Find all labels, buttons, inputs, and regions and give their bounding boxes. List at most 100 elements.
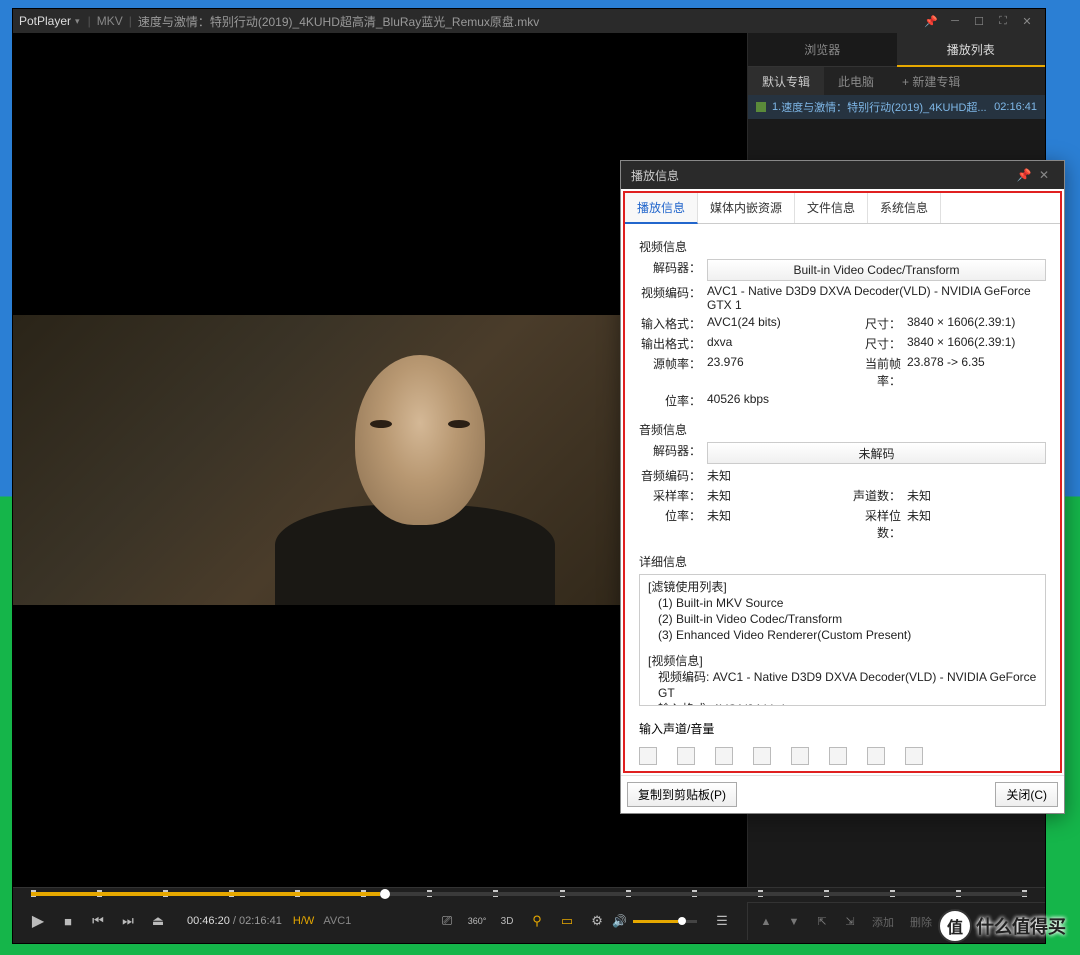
titlebar: PotPlayer ▾ | MKV | 速度与激情：特别行动(2019)_4KU… [13, 9, 1045, 33]
next-button[interactable]: ⏭ [113, 907, 143, 935]
codec-indicator: AVC1 [323, 915, 351, 927]
detail-filter-1: (1) Built-in MKV Source [648, 595, 1037, 611]
detail-filter-3: (3) Enhanced Video Renderer(Custom Prese… [648, 627, 1037, 643]
playing-icon [756, 102, 766, 112]
tab-system-info[interactable]: 系统信息 [868, 193, 941, 223]
eject-button[interactable]: ⏏ [143, 907, 173, 935]
3d-icon[interactable]: 3D [492, 907, 522, 935]
fullscreen-icon[interactable]: ⛶ [991, 15, 1015, 28]
subtab-default-album[interactable]: 默认专辑 [748, 67, 824, 95]
tab-playback-info[interactable]: 播放信息 [625, 193, 698, 224]
detail-filter-2: (2) Built-in Video Codec/Transform [648, 611, 1037, 627]
audio-bitrate-label: 位率： [639, 507, 701, 541]
tab-embedded-media[interactable]: 媒体内嵌资源 [698, 193, 795, 223]
tab-file-info[interactable]: 文件信息 [795, 193, 868, 223]
src-fps-label: 源帧率： [639, 355, 701, 389]
playlist-item[interactable]: 1. 速度与激情：特别行动(2019)_4KUHD超... 02:16:41 [748, 95, 1045, 119]
menu-icon[interactable]: ☰ [707, 907, 737, 935]
stop-button[interactable]: ■ [53, 907, 83, 935]
controls: ▶ ■ ⏮ ⏭ ⏏ 00:46:20 / 02:16:41 H/W AVC1 ⎚… [13, 887, 1045, 943]
sample-bits-label: 采样位数： [847, 507, 901, 541]
expand-icon[interactable]: ⇱ [810, 911, 834, 933]
dialog-pin-icon[interactable]: 📌 [1014, 168, 1034, 182]
audio-decoder-label: 解码器： [639, 442, 701, 464]
file-name: 速度与激情：特别行动(2019)_4KUHD超高清_BluRay蓝光_Remux… [138, 13, 919, 30]
sort-down-icon[interactable]: ▼ [782, 911, 806, 933]
input-format-label: 输入格式： [639, 315, 701, 332]
input-format-value: AVC1(24 bits) [707, 315, 847, 332]
audio-encoding-value: 未知 [707, 467, 1046, 484]
detail-filter-header: [滤镜使用列表] [648, 579, 1037, 595]
playlist-duration: 02:16:41 [994, 101, 1037, 113]
sub-icon[interactable]: ▭ [552, 907, 582, 935]
screen-icon[interactable]: ⎚ [432, 907, 462, 935]
close-icon[interactable]: ✕ [1015, 15, 1039, 28]
total-time: 02:16:41 [239, 915, 282, 927]
cur-fps-label: 当前帧率： [847, 355, 901, 389]
seek-bar[interactable] [13, 888, 1045, 902]
audio-decoder-button[interactable]: 未解码 [707, 442, 1046, 464]
output-format-value: dxva [707, 335, 847, 352]
hw-indicator: H/W [293, 915, 314, 927]
close-button[interactable]: 关闭(C) [995, 782, 1058, 807]
dialog-titlebar: 播放信息 📌 ✕ [621, 161, 1064, 189]
channel-checkbox[interactable] [715, 747, 733, 765]
app-logo[interactable]: PotPlayer [19, 14, 71, 28]
channel-checkbox[interactable] [829, 747, 847, 765]
sort-up-icon[interactable]: ▲ [754, 911, 778, 933]
add-button[interactable]: 添加 [866, 914, 900, 930]
tab-browser[interactable]: 浏览器 [748, 33, 897, 67]
detail-textbox[interactable]: [滤镜使用列表] (1) Built-in MKV Source (2) Bui… [639, 574, 1046, 706]
playback-info-dialog: 播放信息 📌 ✕ 播放信息 媒体内嵌资源 文件信息 系统信息 视频信息 解码器：… [620, 160, 1065, 814]
output-format-label: 输出格式： [639, 335, 701, 352]
bitrate-value: 40526 kbps [707, 392, 1046, 409]
channel-checkboxes [625, 743, 1060, 771]
detail-video-enc: 视频编码: AVC1 - Native D3D9 DXVA Decoder(VL… [648, 669, 1037, 701]
speaker-icon[interactable]: 🔊 [612, 914, 627, 928]
maximize-icon[interactable]: ☐ [967, 15, 991, 28]
collapse-icon[interactable]: ⇲ [838, 911, 862, 933]
size-value-2: 3840 × 1606(2.39:1) [907, 335, 1046, 352]
video-decoder-button[interactable]: Built-in Video Codec/Transform [707, 259, 1046, 281]
dialog-title: 播放信息 [631, 167, 679, 184]
gear-icon[interactable]: ⚙ [582, 907, 612, 935]
delete-button[interactable]: 删除 [904, 914, 938, 930]
sidebar-subtabs: 默认专辑 此电脑 + 新建专辑 [748, 67, 1045, 95]
watermark-text: 什么值得买 [976, 913, 1066, 939]
tab-playlist[interactable]: 播放列表 [897, 33, 1046, 67]
channel-checkbox[interactable] [677, 747, 695, 765]
cur-fps-value: 23.878 -> 6.35 [907, 355, 1046, 389]
copy-clipboard-button[interactable]: 复制到剪贴板(P) [627, 782, 737, 807]
channel-checkbox[interactable] [867, 747, 885, 765]
channels-label: 声道数： [847, 487, 901, 504]
subtab-new-album[interactable]: + 新建专辑 [888, 67, 974, 95]
channel-checkbox[interactable] [905, 747, 923, 765]
time-display: 00:46:20 / 02:16:41 H/W AVC1 [187, 915, 351, 927]
channel-checkbox[interactable] [639, 747, 657, 765]
vr-icon[interactable]: 360° [462, 907, 492, 935]
input-channel-label: 输入声道/音量 [625, 714, 1060, 743]
minimize-icon[interactable]: ─ [943, 15, 967, 27]
search-icon[interactable]: ⚲ [522, 907, 552, 935]
sample-rate-label: 采样率： [639, 487, 701, 504]
playlist-name: 速度与激情：特别行动(2019)_4KUHD超... [781, 99, 988, 115]
bitrate-label: 位率： [639, 392, 701, 409]
volume-control[interactable]: 🔊 [612, 914, 697, 928]
subtab-this-pc[interactable]: 此电脑 [824, 67, 888, 95]
play-button[interactable]: ▶ [23, 907, 53, 935]
sample-bits-value: 未知 [907, 507, 1046, 541]
sample-rate-value: 未知 [707, 487, 847, 504]
dialog-footer: 复制到剪贴板(P) 关闭(C) [621, 775, 1064, 813]
detail-section-title: 详细信息 [639, 553, 1046, 570]
sidebar-tabs: 浏览器 播放列表 [748, 33, 1045, 67]
channel-checkbox[interactable] [791, 747, 809, 765]
chevron-down-icon[interactable]: ▾ [75, 16, 80, 27]
prev-button[interactable]: ⏮ [83, 907, 113, 935]
channel-checkbox[interactable] [753, 747, 771, 765]
src-fps-value: 23.976 [707, 355, 847, 389]
pin-icon[interactable]: 📌 [919, 15, 943, 28]
watermark-icon: 值 [938, 909, 972, 943]
dialog-close-icon[interactable]: ✕ [1034, 168, 1054, 182]
video-encoding-value: AVC1 - Native D3D9 DXVA Decoder(VLD) - N… [707, 284, 1046, 312]
video-encoding-label: 视频编码： [639, 284, 701, 312]
